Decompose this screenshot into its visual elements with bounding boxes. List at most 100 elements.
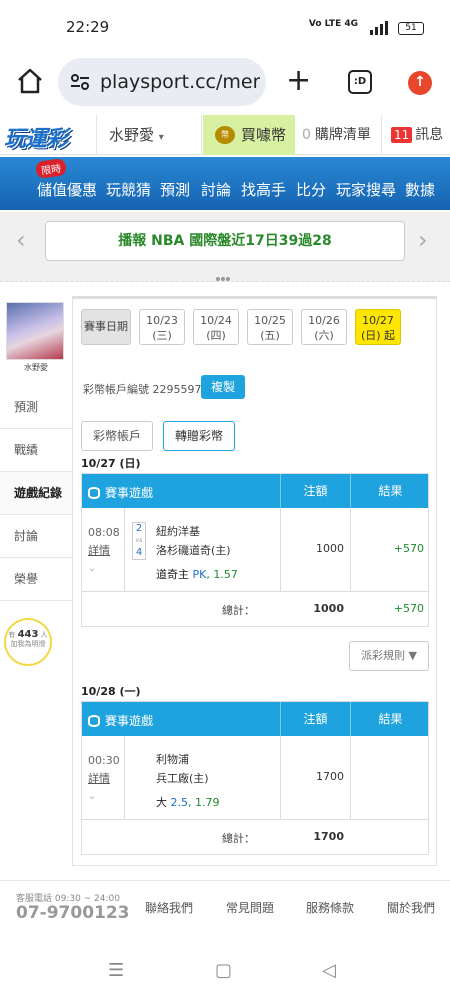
chevron-left-icon[interactable]: ‹ — [16, 226, 26, 254]
game-log-panel: 賽事日期 10/23 (三) 10/24 (四) 10/25 (五) 10/26 (六)… — [72, 296, 437, 866]
home-square-icon[interactable]: ▢ — [215, 960, 232, 981]
site-header: 玩運彩 水野愛 ▾ 幣 買噱幣 0 購牌清單 11 訊息 — [0, 115, 450, 155]
clock: 22:29 — [66, 18, 110, 36]
sidebar-item-game-log[interactable]: 遊戲紀錄 — [0, 472, 72, 515]
menu-icon[interactable]: ☰ — [108, 960, 124, 981]
home-team: 洛杉磯道奇(主) — [156, 544, 231, 557]
buy-coin-button[interactable]: 幣 買噱幣 — [203, 115, 295, 155]
tab-transfer-coins[interactable]: 轉贈彩幣 — [163, 421, 235, 451]
buy-coin-label: 買噱幣 — [241, 126, 287, 144]
date-button-selected[interactable]: 10/27 (日) 起 — [355, 309, 401, 345]
nav-discuss[interactable]: 討論 — [201, 179, 231, 200]
result-value: +570 — [393, 542, 424, 555]
table-total: 總計： 1000 +570 — [222, 602, 424, 617]
nav-player-search[interactable]: 玩家搜尋 — [336, 179, 396, 200]
game-table: 賽事遊戲 注額 結果 00:30 詳情 ⌄ 利物浦 兵工廠(主) 大 2.5, … — [81, 701, 429, 855]
news-ticker: ‹ 播報 NBA 國際盤近17日39過28 › — [0, 212, 450, 282]
sidebar-username: 水野愛 — [24, 363, 48, 372]
date-button[interactable]: 10/25 (五) — [247, 309, 293, 345]
carousel-dots — [216, 266, 234, 281]
coin-icon: 幣 — [215, 126, 235, 144]
table-total: 總計： 1700 — [222, 830, 344, 845]
messages-link[interactable]: 11 訊息 — [383, 115, 450, 155]
nav-data[interactable]: 數據 — [405, 179, 435, 200]
orders-label: 購牌清單 — [314, 127, 371, 143]
nav-deposit-offer[interactable]: 儲值優惠 — [37, 179, 97, 200]
account-number: 彩幣帳戶編號 22955975 — [83, 383, 209, 396]
user-dropdown[interactable]: 水野愛 ▾ — [96, 115, 202, 155]
game-time: 08:08 — [88, 526, 120, 539]
sidebar-item-predict[interactable]: 預測 — [0, 386, 72, 429]
chevron-right-icon[interactable]: › — [418, 226, 428, 254]
detail-link[interactable]: 詳情 — [88, 770, 120, 788]
upgrade-icon[interactable]: ↑ — [408, 71, 432, 95]
news-item[interactable]: 播報 NBA 國際盤近17日39過28 — [45, 221, 405, 261]
news-prefix: 播報 — [118, 233, 147, 249]
status-bar: 22:29 Vo LTE 4G 51 — [0, 0, 450, 55]
payout-rules-button[interactable]: 派彩規則 ▼ — [349, 641, 429, 671]
stake-value: 1000 — [316, 542, 344, 555]
orders-count: 0 — [302, 127, 311, 143]
stake-value: 1700 — [316, 770, 344, 783]
limited-time-badge: 限時 — [34, 157, 68, 180]
footer-link-contact[interactable]: 聯絡我們 — [145, 899, 193, 916]
profile-sidebar: 水野愛 預測 戰績 遊戲紀錄 討論 榮譽 有 443 人 加我為明燈 — [0, 296, 72, 856]
date-button[interactable]: 10/24 (四) — [193, 309, 239, 345]
database-icon — [88, 715, 100, 727]
messages-badge: 11 — [391, 127, 413, 143]
fans-note: 加我為明燈 — [10, 640, 46, 648]
chevron-down-icon[interactable]: ⌄ — [88, 788, 120, 806]
browser-toolbar: playsport.cc/men + :D ↑ — [0, 55, 450, 110]
away-team: 紐約洋基 — [156, 525, 200, 538]
site-logo[interactable]: 玩運彩 — [4, 121, 76, 152]
detail-link[interactable]: 詳情 — [88, 542, 120, 560]
date-button[interactable]: 10/26 (六) — [301, 309, 347, 345]
new-tab-icon[interactable]: + — [286, 66, 311, 96]
network-indicator: Vo LTE 4G — [308, 19, 358, 29]
copy-button[interactable]: 複製 — [201, 375, 245, 399]
messages-label: 訊息 — [415, 127, 444, 143]
pick: 大 2.5, 1.79 — [156, 796, 220, 809]
day-title: 10/27 (日) — [81, 457, 141, 470]
caret-down-icon: ▾ — [158, 132, 164, 143]
home-icon[interactable] — [16, 67, 44, 95]
avatar[interactable] — [6, 302, 64, 360]
nav-predict[interactable]: 預測 — [160, 179, 190, 200]
orders-link[interactable]: 0 購牌清單 — [296, 115, 382, 155]
day-title: 10/28 (一) — [81, 685, 141, 698]
news-text: NBA 國際盤近17日39過28 — [151, 233, 332, 249]
battery-icon: 51 — [398, 22, 424, 35]
sidebar-item-discuss[interactable]: 討論 — [0, 515, 72, 558]
footer-link-faq[interactable]: 常見問題 — [226, 899, 274, 916]
tab-coin-account[interactable]: 彩幣帳戶 — [81, 421, 153, 451]
score-box: 2 vs 4 — [132, 522, 146, 560]
tab-switcher-icon[interactable]: :D — [348, 70, 372, 94]
footer-link-about[interactable]: 關於我們 — [387, 899, 435, 916]
site-footer: 客服電話 09:30 ~ 24:00 07-9700123 聯絡我們 常見問題 … — [0, 880, 450, 940]
fans-count: 443 — [17, 629, 39, 640]
sidebar-item-honor[interactable]: 榮譽 — [0, 558, 72, 601]
database-icon — [88, 487, 100, 499]
table-header: 賽事遊戲 注額 結果 — [82, 474, 428, 508]
nav-scores[interactable]: 比分 — [296, 179, 326, 200]
game-table: 賽事遊戲 注額 結果 08:08 詳情 ⌄ 2 vs 4 紐約洋基 洛杉磯道奇(… — [81, 473, 429, 627]
user-name: 水野愛 — [109, 126, 155, 144]
footer-link-terms[interactable]: 服務條款 — [306, 899, 354, 916]
sidebar-item-record[interactable]: 戰績 — [0, 429, 72, 472]
nav-guess[interactable]: 玩競猜 — [106, 179, 151, 200]
home-team: 兵工廠(主) — [156, 772, 209, 785]
table-row: 00:30 詳情 ⌄ 利物浦 兵工廠(主) 大 2.5, 1.79 1700 — [82, 736, 428, 820]
main-nav: 限時 儲值優惠 玩競猜 預測 討論 找高手 比分 玩家搜尋 數據 — [0, 157, 450, 210]
date-button[interactable]: 10/23 (三) — [139, 309, 185, 345]
nav-find-experts[interactable]: 找高手 — [241, 179, 286, 200]
table-row: 08:08 詳情 ⌄ 2 vs 4 紐約洋基 洛杉磯道奇(主) 道奇主 PK, … — [82, 508, 428, 592]
system-nav-bar: ☰ ▢ ◁ — [0, 944, 450, 1000]
site-settings-icon[interactable] — [70, 73, 90, 91]
support-phone[interactable]: 07-9700123 — [16, 903, 130, 923]
address-bar[interactable]: playsport.cc/men — [58, 58, 266, 106]
chevron-down-icon[interactable]: ⌄ — [88, 560, 120, 578]
back-icon[interactable]: ◁ — [322, 960, 336, 981]
follow-bulb[interactable]: 有 443 人 加我為明燈 — [4, 618, 52, 678]
url-text[interactable]: playsport.cc/men — [100, 71, 260, 93]
table-header: 賽事遊戲 注額 結果 — [82, 702, 428, 736]
